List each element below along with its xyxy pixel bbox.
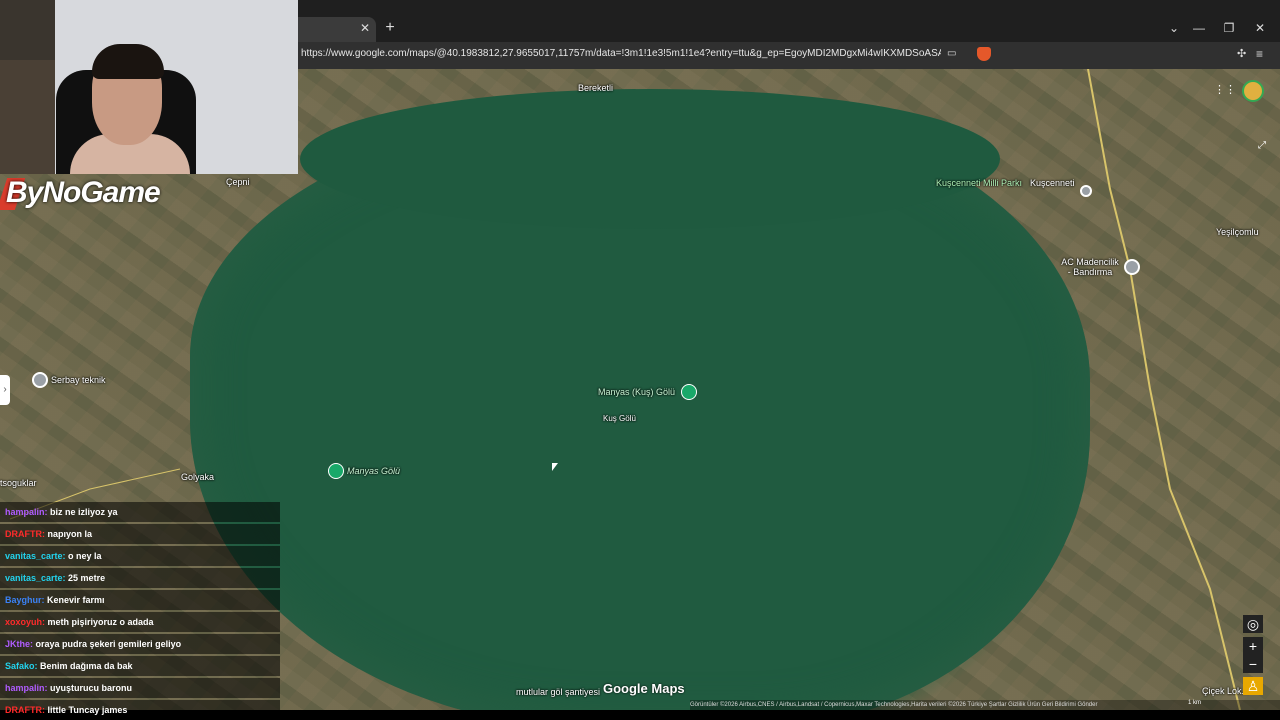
chat-text: little Tuncay james [47, 705, 128, 715]
apps-grid-icon[interactable]: ⋮⋮ [1214, 84, 1236, 96]
place-manyas-golu[interactable]: Manyas Gölü [347, 466, 400, 476]
chat-text: Benim dağıma da bak [40, 661, 133, 671]
restore-icon[interactable]: ❐ [1221, 20, 1237, 36]
chat-message: DRAFTR: little Tuncay james [0, 700, 280, 720]
chat-message: JKthe: oraya pudra şekeri gemileri geliy… [0, 634, 280, 654]
chat-username: vanitas_carte: [5, 573, 69, 583]
place-kus-golu[interactable]: Kuş Gölü [603, 414, 636, 423]
place-mutlular[interactable]: mutlular göl şantiyesi [516, 687, 600, 697]
stream-logo: ByNoGame [6, 176, 161, 209]
place-cepni[interactable]: Çepni [226, 177, 250, 187]
chat-message: hampalin: biz ne izliyoz ya [0, 502, 280, 522]
place-golyaka[interactable]: Golyaka [181, 472, 214, 482]
chat-username: vanitas_carte: [5, 551, 69, 561]
place-ac-madencilik[interactable]: AC Madencilik - Bandırma [1059, 257, 1121, 277]
place-bereketli[interactable]: Bereketli [578, 83, 613, 93]
webcam-shelf [0, 60, 55, 174]
place-cicek[interactable]: Çiçek Lok... [1202, 686, 1249, 696]
chat-username: hampalin: [5, 507, 51, 517]
business-pin-icon[interactable] [32, 372, 48, 388]
extensions-icon[interactable]: ✣ [1237, 48, 1249, 60]
chat-text: meth pişiriyoruz o adada [47, 617, 154, 627]
webcam-person-hair [92, 44, 164, 79]
chat-message: vanitas_carte: 25 metre [0, 568, 280, 588]
chat-message: Safako: Benim dağıma da bak [0, 656, 280, 676]
close-tab-icon[interactable]: ✕ [358, 21, 372, 35]
place-kuscenneti[interactable]: Kuşcenneti [1030, 178, 1075, 188]
chat-message: vanitas_carte: o ney la [0, 546, 280, 566]
chat-text: 25 metre [68, 573, 106, 583]
chat-username: JKthe: [5, 639, 36, 649]
zoom-out-button[interactable]: − [1243, 655, 1263, 673]
chat-username: Safako: [5, 661, 41, 671]
tab-search-icon[interactable]: ⌄ [1166, 20, 1182, 36]
chat-message: hampalin: uyuşturucu baronu [0, 678, 280, 698]
place-soguklar[interactable]: tsoguklar [0, 478, 37, 488]
chat-text: o ney la [68, 551, 102, 561]
park-pin-icon[interactable] [328, 463, 344, 479]
place-kuscenneti-park[interactable]: Kuşcenneti Milli Parkı [936, 178, 1022, 188]
chat-text: uyuşturucu baronu [50, 683, 133, 693]
place-yesilcomlu[interactable]: Yeşilçomlu [1216, 227, 1259, 237]
my-location-button[interactable]: ◎ [1243, 615, 1263, 633]
chat-username: DRAFTR: [5, 529, 48, 539]
zoom-in-button[interactable]: + [1243, 637, 1263, 655]
place-manyas-kus[interactable]: Manyas (Kuş) Gölü [598, 387, 675, 397]
scale-bar[interactable]: 1 km [1188, 700, 1268, 706]
chat-username: xoxoyuh: [5, 617, 48, 627]
avatar[interactable] [1242, 80, 1264, 102]
chat-username: hampalin: [5, 683, 51, 693]
cast-icon[interactable]: ▭ [947, 49, 959, 59]
brave-shield-icon[interactable] [977, 47, 991, 61]
chat-message: Bayghur: Kenevir farmı [0, 590, 280, 610]
chat-text: biz ne izliyoz ya [50, 507, 118, 517]
collapse-icon[interactable]: ⤢ [1258, 140, 1272, 154]
browser-tab-strip [298, 0, 1280, 42]
url-text[interactable]: https://www.google.com/maps/@40.1983812,… [301, 48, 941, 59]
chat-username: Bayghur: [5, 595, 48, 605]
stream-chat: hampalin: biz ne izliyoz ya DRAFTR: napıy… [0, 502, 280, 720]
chat-text: napıyon la [47, 529, 93, 539]
chat-text: oraya pudra şekeri gemileri geliyo [35, 639, 182, 649]
business-pin-icon[interactable] [1124, 259, 1140, 275]
place-pin-icon[interactable] [1080, 185, 1092, 197]
place-serbay[interactable]: Serbay teknik [51, 375, 106, 385]
close-window-icon[interactable]: ✕ [1252, 20, 1268, 36]
mouse-cursor-icon [552, 463, 558, 471]
chat-message: DRAFTR: napıyon la [0, 524, 280, 544]
google-maps-logo: Google Maps [603, 681, 685, 696]
park-pin-icon[interactable] [681, 384, 697, 400]
chat-text: Kenevir farmı [47, 595, 105, 605]
chat-message: xoxoyuh: meth pişiriyoruz o adada [0, 612, 280, 632]
new-tab-icon[interactable]: + [382, 20, 398, 36]
pegman-icon[interactable]: ♙ [1243, 677, 1263, 695]
chat-username: DRAFTR: [5, 705, 48, 715]
menu-icon[interactable]: ≡ [1256, 48, 1268, 60]
expand-panel-icon[interactable]: › [0, 375, 10, 405]
minimize-icon[interactable]: — [1191, 20, 1207, 36]
